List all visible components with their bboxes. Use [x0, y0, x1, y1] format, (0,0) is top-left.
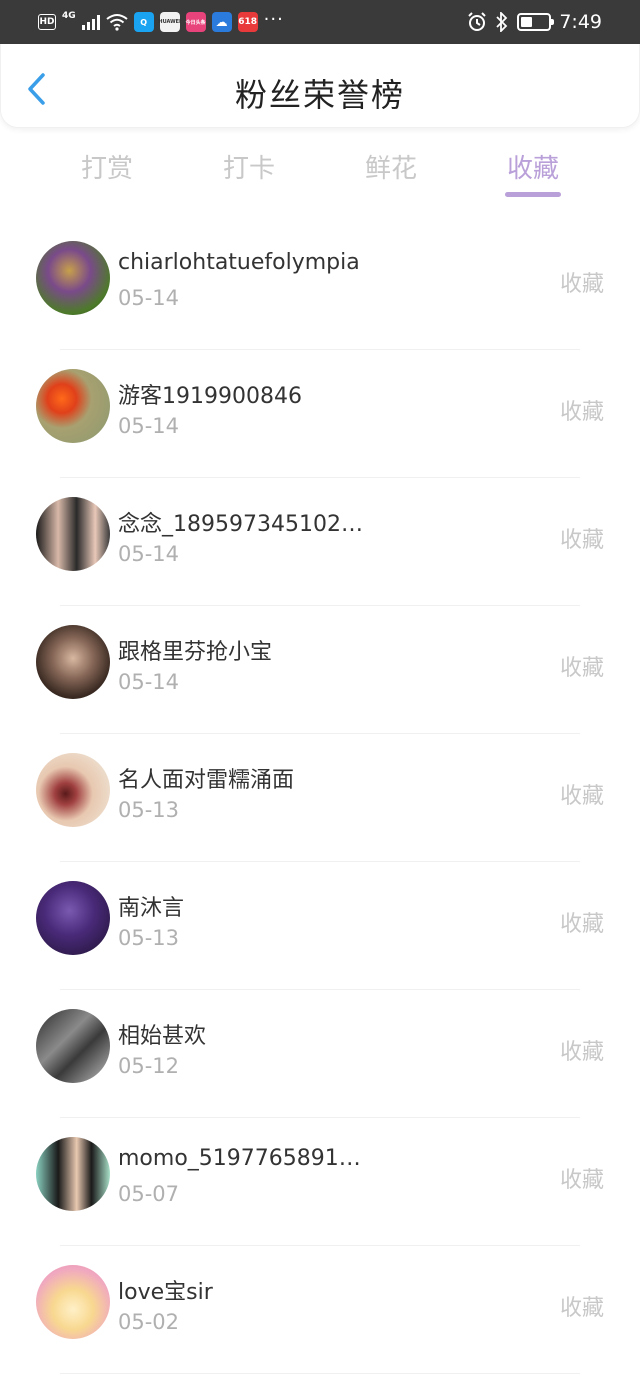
fan-name: 念念_189597345102… — [118, 512, 363, 537]
list-item[interactable]: chiarlohtatuefolympia 05-14 收藏 — [0, 222, 640, 350]
fan-action-label: 收藏 — [559, 1168, 604, 1193]
list-item[interactable]: love宝sir 05-02 收藏 — [0, 1246, 640, 1374]
fan-name: momo_5197765891… — [118, 1146, 361, 1171]
avatar — [36, 753, 110, 827]
list-item[interactable]: 念念_189597345102… 05-14 收藏 — [0, 478, 640, 606]
list-item[interactable]: 跟格里芬抢小宝 05-14 收藏 — [0, 606, 640, 734]
status-left: HD 4G Q HUAWEI 今日头条 ☁ 618 ··· — [38, 8, 284, 34]
network-type: 4G — [62, 11, 76, 21]
battery-icon — [517, 13, 555, 31]
fan-name: love宝sir — [118, 1280, 213, 1305]
fan-date: 05-07 — [118, 1182, 180, 1206]
fan-action-label: 收藏 — [559, 656, 604, 681]
fan-date: 05-02 — [118, 1310, 180, 1334]
list-item[interactable]: 名人面对雷糯涌面 05-13 收藏 — [0, 734, 640, 862]
tab-checkin[interactable]: 打卡 — [204, 148, 294, 185]
clock: 7:49 — [559, 11, 602, 33]
header-bar: 粉丝荣誉榜 — [0, 44, 640, 128]
list-item[interactable]: 游客1919900846 05-14 收藏 — [0, 350, 640, 478]
avatar — [36, 625, 110, 699]
huawei-app-icon: HUAWEI — [158, 12, 181, 32]
bluetooth-icon — [496, 12, 508, 32]
page-title: 粉丝荣誉榜 — [234, 76, 405, 114]
alarm-icon — [468, 12, 487, 31]
more-notifications-icon: ··· — [263, 8, 284, 30]
list-item[interactable]: 相始甚欢 05-12 收藏 — [0, 990, 640, 1118]
fan-name: chiarlohtatuefolympia — [118, 250, 360, 275]
fan-date: 05-14 — [118, 414, 180, 438]
avatar — [36, 241, 110, 315]
avatar — [36, 1265, 110, 1339]
fan-action-label: 收藏 — [559, 528, 604, 553]
status-bar: HD 4G Q HUAWEI 今日头条 ☁ 618 ··· 7:49 — [0, 0, 640, 44]
tab-flowers[interactable]: 鲜花 — [346, 148, 436, 185]
fan-name: 相始甚欢 — [118, 1024, 207, 1049]
fan-action-label: 收藏 — [559, 272, 604, 297]
fan-action-label: 收藏 — [559, 784, 604, 809]
search-app-icon: Q — [133, 12, 154, 32]
fan-action-label: 收藏 — [559, 400, 604, 425]
tab-reward[interactable]: 打赏 — [62, 148, 152, 185]
avatar — [36, 497, 110, 571]
fan-date: 05-14 — [118, 286, 180, 310]
fan-name: 游客1919900846 — [118, 384, 302, 409]
avatar — [36, 881, 110, 955]
tab-bar: 打赏 打卡 鲜花 收藏 — [0, 140, 640, 210]
fan-date: 05-13 — [118, 798, 180, 822]
fan-action-label: 收藏 — [559, 1040, 604, 1065]
avatar — [36, 1137, 110, 1211]
status-right: 7:49 — [467, 10, 602, 34]
fan-date: 05-12 — [118, 1054, 180, 1078]
avatar — [36, 369, 110, 443]
sale-app-icon: 618 — [237, 12, 258, 32]
wifi-icon — [106, 14, 128, 31]
list-item[interactable]: momo_5197765891… 05-07 收藏 — [0, 1118, 640, 1246]
fan-name: 跟格里芬抢小宝 — [118, 640, 273, 665]
cloud-app-icon: ☁ — [211, 12, 232, 32]
fan-date: 05-13 — [118, 926, 180, 950]
fan-list: chiarlohtatuefolympia 05-14 收藏 游客1919900… — [0, 222, 640, 1374]
row-divider — [60, 1373, 580, 1374]
fan-name: 南沐言 — [118, 896, 185, 921]
news-app-icon: 今日头条 — [185, 12, 206, 32]
tab-favorites[interactable]: 收藏 — [488, 148, 578, 185]
fan-date: 05-14 — [118, 670, 180, 694]
fan-action-label: 收藏 — [559, 912, 604, 937]
active-tab-indicator — [505, 192, 561, 197]
fan-date: 05-14 — [118, 542, 180, 566]
avatar — [36, 1009, 110, 1083]
fan-action-label: 收藏 — [559, 1296, 604, 1321]
hd-icon: HD — [38, 14, 56, 30]
list-item[interactable]: 南沐言 05-13 收藏 — [0, 862, 640, 990]
fan-name: 名人面对雷糯涌面 — [118, 768, 295, 793]
signal-icon — [81, 14, 100, 30]
